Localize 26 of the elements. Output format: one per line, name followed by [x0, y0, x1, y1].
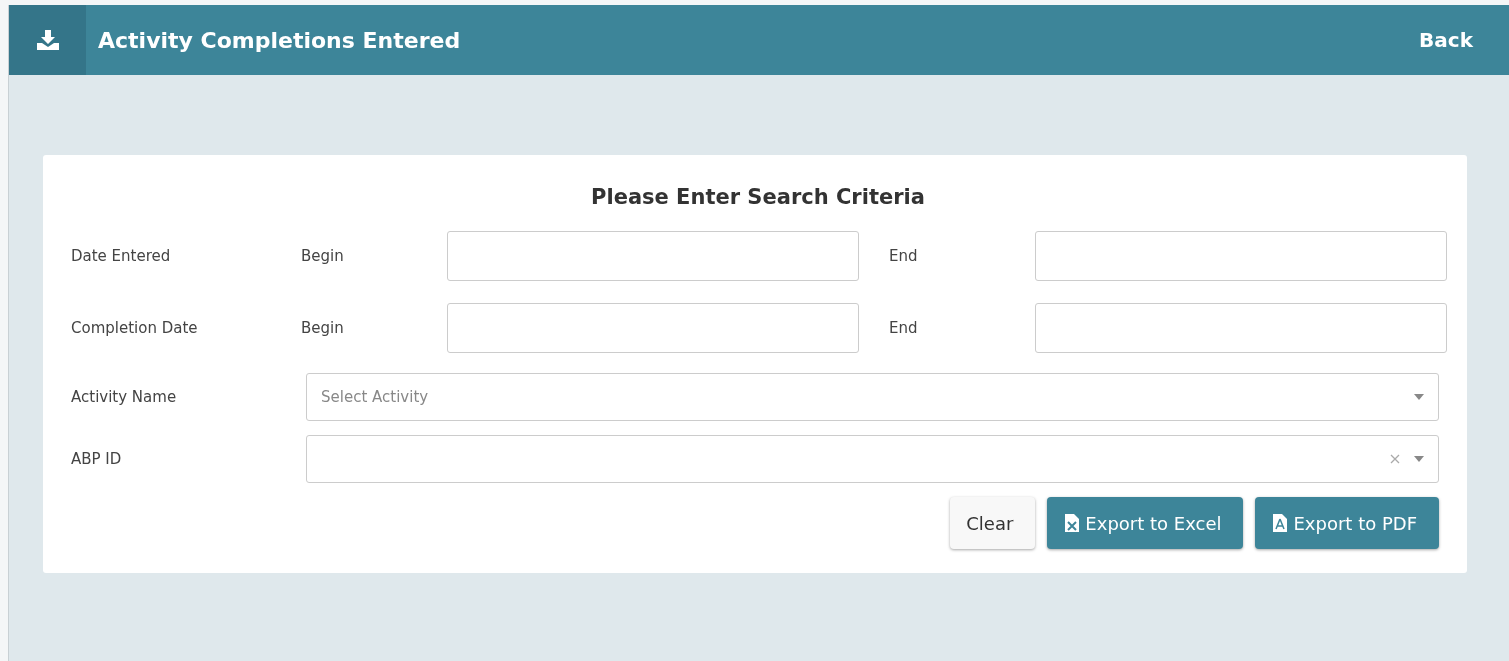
select-field[interactable] — [306, 435, 1439, 483]
page-title: Activity Completions Entered — [98, 27, 462, 53]
form-heading: Please Enter Search Criteria — [590, 185, 926, 209]
clear-button[interactable]: Clear — [950, 497, 1036, 549]
end-date-field[interactable] — [1035, 231, 1447, 281]
field-label: Activity Name — [71, 388, 178, 406]
export-excel-button[interactable]: Export to Excel — [1047, 497, 1244, 549]
begin-date-field[interactable] — [447, 303, 859, 353]
excel-file-icon — [1065, 514, 1080, 532]
pdf-file-icon — [1273, 514, 1288, 532]
export-pdf-button[interactable]: Export to PDF — [1255, 497, 1439, 549]
end-date-field[interactable] — [1035, 303, 1447, 353]
begin-date-field[interactable] — [447, 231, 859, 281]
download-icon — [36, 30, 59, 50]
begin-label: Begin — [301, 319, 345, 337]
begin-label: Begin — [301, 247, 345, 265]
select-field[interactable]: Select Activity — [306, 373, 1439, 421]
end-label: End — [888, 247, 919, 265]
field-label: ABP ID — [71, 450, 123, 468]
back-link[interactable]: Back — [1419, 28, 1473, 52]
field-label: Date Entered — [71, 247, 172, 265]
caret-icon[interactable] — [1414, 456, 1424, 462]
clear-icon[interactable] — [1390, 454, 1400, 464]
field-label: Completion Date — [71, 319, 199, 337]
caret-icon[interactable] — [1414, 394, 1424, 400]
end-label: End — [888, 319, 919, 337]
